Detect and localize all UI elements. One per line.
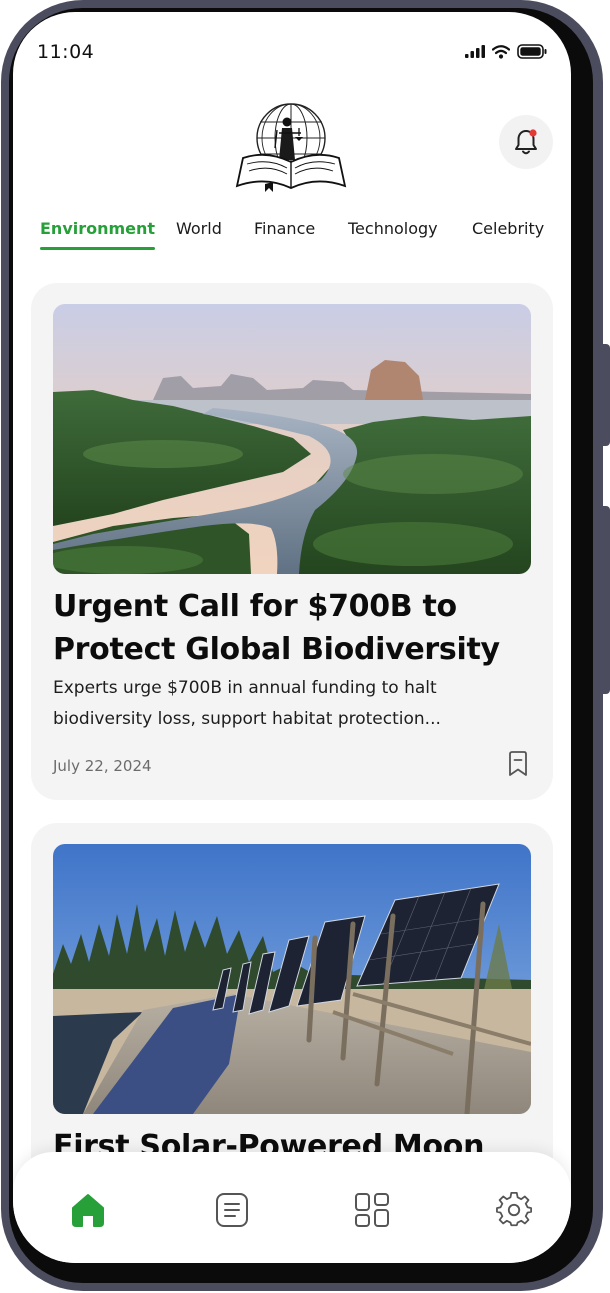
- article-description: Experts urge $700B in annual funding to …: [53, 678, 441, 729]
- article-image-river-forest: [53, 304, 531, 574]
- signal-icon: [465, 45, 485, 58]
- logo-globe-book-justice: [235, 103, 347, 192]
- article-card[interactable]: Urgent Call for $700B to Protect Global …: [31, 283, 553, 800]
- power-button: [603, 506, 610, 694]
- article-image-solar-panels: [53, 844, 531, 1114]
- tab-active-underline: [40, 247, 156, 250]
- nav-categories[interactable]: [354, 1192, 390, 1228]
- bookmark-icon[interactable]: [507, 751, 529, 777]
- app-screen: 11:04 Environment World Finance Technolo…: [13, 12, 571, 1263]
- tab-technology[interactable]: Technology: [348, 219, 438, 238]
- nav-articles[interactable]: [214, 1192, 250, 1228]
- article-date: July 22, 2024: [53, 757, 152, 775]
- categories-icon: [355, 1193, 389, 1227]
- settings-icon: [496, 1191, 532, 1227]
- tab-label: Technology: [348, 219, 438, 238]
- tab-world[interactable]: World: [176, 219, 222, 238]
- volume-button: [603, 344, 610, 446]
- category-tabs: Environment World Finance Technology Cel…: [30, 219, 570, 253]
- tab-finance[interactable]: Finance: [254, 219, 315, 238]
- status-icons: [465, 44, 547, 59]
- articles-icon: [216, 1193, 248, 1227]
- wifi-icon: [492, 44, 510, 59]
- home-icon: [72, 1194, 104, 1227]
- status-time: 11:04: [37, 41, 95, 63]
- nav-settings[interactable]: [496, 1191, 532, 1228]
- tab-label: Celebrity: [472, 219, 545, 238]
- notification-button[interactable]: [499, 115, 553, 169]
- tab-label: Finance: [254, 219, 316, 238]
- tab-celebrity[interactable]: Celebrity: [472, 219, 544, 238]
- tab-environment[interactable]: Environment: [40, 219, 156, 250]
- bottom-navigation: [13, 1152, 571, 1263]
- tab-label: World: [176, 219, 222, 238]
- bell-icon: [515, 129, 537, 155]
- nav-home[interactable]: [70, 1192, 106, 1228]
- article-title[interactable]: Urgent Call for $700B to Protect Global …: [53, 585, 533, 671]
- tab-label: Environment: [40, 219, 156, 238]
- battery-icon: [517, 44, 547, 59]
